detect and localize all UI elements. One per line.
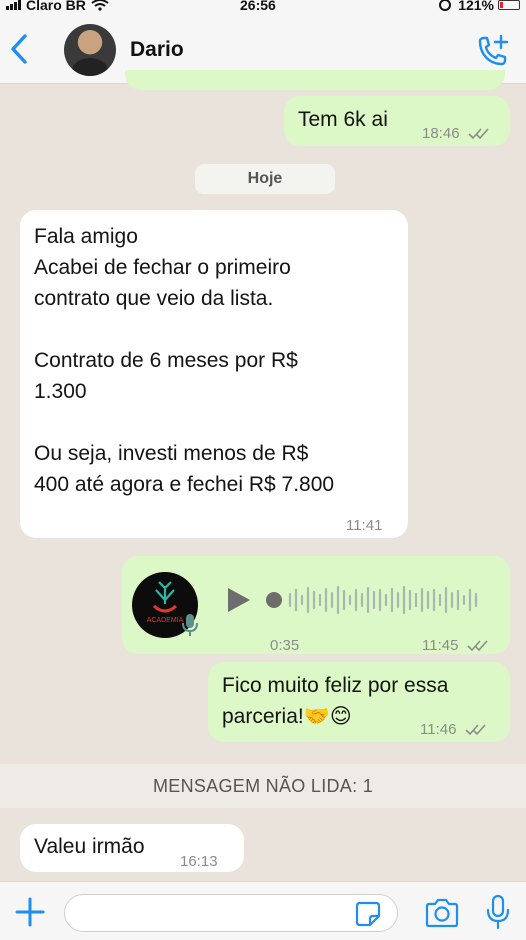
status-bar: Claro BR 26:56 121% xyxy=(0,0,526,14)
status-right: 121% xyxy=(436,0,520,13)
message-time-label: 18:46 xyxy=(422,125,460,142)
composer-bar xyxy=(0,881,526,940)
plus-icon[interactable] xyxy=(14,896,46,928)
battery-icon xyxy=(498,0,520,10)
orientation-lock-icon xyxy=(439,0,452,11)
audio-duration: 0:35 xyxy=(270,637,300,654)
chat-area[interactable]: Tem 6k ai 18:46 Hoje Fala amigo Acabei d… xyxy=(0,70,526,881)
camera-icon[interactable] xyxy=(424,898,460,928)
audio-message-bubble[interactable]: ACADEMIA 0:35 11:45 xyxy=(122,556,510,654)
microphone-icon[interactable] xyxy=(484,894,512,930)
message-time: 11:45 xyxy=(422,630,489,661)
message-text-block: Fala amigo Acabei de fechar o primeiro c… xyxy=(34,221,398,500)
signal-icon xyxy=(6,0,21,10)
status-time: 26:56 xyxy=(240,0,276,13)
battery-percent: 121% xyxy=(458,0,494,13)
message-bubble-outgoing[interactable]: Fico muito feliz por essa parceria!🤝😊 11… xyxy=(208,662,510,742)
read-ticks-icon xyxy=(468,128,489,140)
message-bubble-outgoing[interactable]: Tem 6k ai 18:46 xyxy=(284,96,510,146)
read-ticks-icon xyxy=(467,640,488,652)
sticker-icon[interactable] xyxy=(355,901,381,927)
message-time-label: 11:46 xyxy=(420,721,457,738)
carrier-label: Claro BR xyxy=(26,0,86,13)
wifi-icon xyxy=(91,0,109,11)
message-text: Tem 6k ai xyxy=(298,108,388,131)
message-time-label: 11:45 xyxy=(422,637,459,654)
previous-message-bubble xyxy=(125,70,505,90)
audio-progress-knob[interactable] xyxy=(266,592,282,608)
microphone-icon xyxy=(182,614,198,636)
message-time: 16:13 xyxy=(180,853,218,870)
message-input[interactable] xyxy=(64,894,398,932)
date-chip: Hoje xyxy=(195,164,335,194)
message-line: Ou seja, investi menos de R$ xyxy=(34,442,309,465)
audio-avatar-text: ACADEMIA xyxy=(147,617,184,624)
message-line: Fico muito feliz por essa xyxy=(222,674,449,697)
message-line: 1.300 xyxy=(34,380,87,403)
message-line: Contrato de 6 meses por R$ xyxy=(34,349,298,372)
message-time: 18:46 xyxy=(422,118,490,149)
message-bubble-incoming[interactable]: Valeu irmão 16:13 xyxy=(20,824,244,872)
message-bubble-incoming[interactable]: Fala amigo Acabei de fechar o primeiro c… xyxy=(20,210,408,538)
contact-name[interactable]: Dario xyxy=(130,38,184,62)
message-line: parceria!🤝😊 xyxy=(222,705,352,728)
unread-messages-banner: MENSAGEM NÃO LIDA: 1 xyxy=(0,764,526,808)
message-line xyxy=(34,314,398,345)
waveform-bars xyxy=(288,585,478,615)
message-time: 11:41 xyxy=(346,517,383,534)
message-time: 11:46 xyxy=(420,714,487,745)
read-ticks-icon xyxy=(465,724,486,736)
message-line: contrato que veio da lista. xyxy=(34,287,274,310)
audio-waveform[interactable] xyxy=(266,578,486,622)
chevron-left-icon xyxy=(11,34,27,64)
play-button[interactable] xyxy=(226,586,252,614)
back-button[interactable] xyxy=(6,32,32,66)
add-call-button[interactable] xyxy=(474,34,510,70)
message-line: Acabei de fechar o primeiro xyxy=(34,256,291,279)
contact-avatar[interactable] xyxy=(64,24,116,76)
message-line xyxy=(34,407,398,438)
status-left: Claro BR xyxy=(6,0,109,13)
message-text: Valeu irmão xyxy=(34,835,145,858)
message-line: 400 até agora e fechei R$ 7.800 xyxy=(34,473,335,496)
message-line: Fala amigo xyxy=(34,225,138,248)
